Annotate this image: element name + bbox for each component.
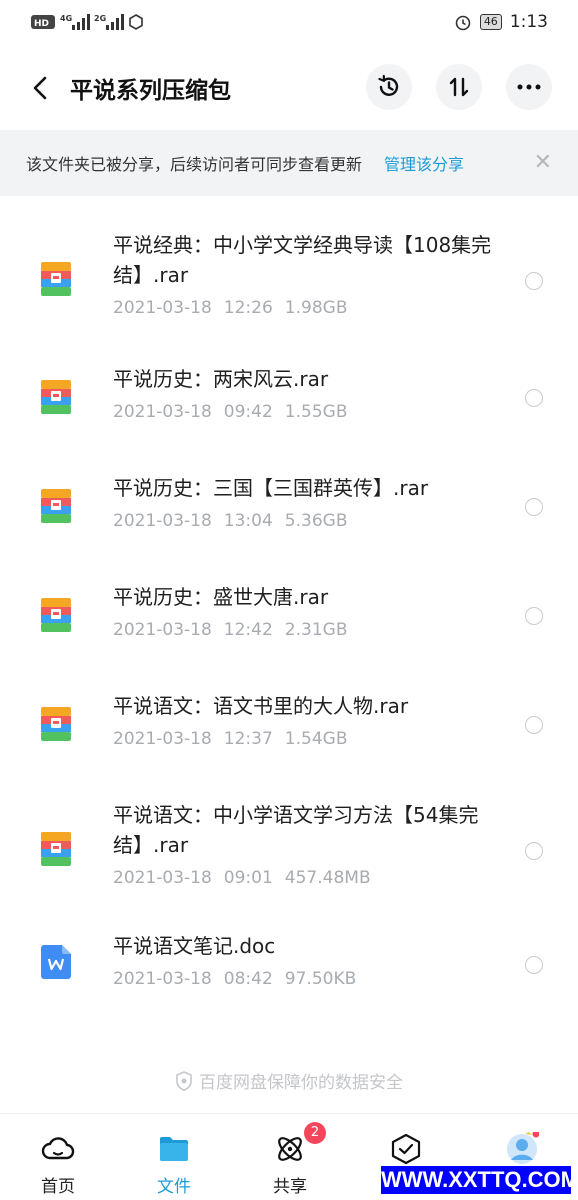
file-meta: 2021-03-18 09:01 457.48MB	[113, 868, 371, 888]
status-right: 46 1:13	[454, 12, 548, 32]
banner-text: 该文件夹已被分享，后续访问者可同步查看更新	[26, 155, 363, 174]
file-meta: 2021-03-18 12:42 2.31GB	[113, 620, 348, 640]
list-item[interactable]: 平说历史：两宋风云.rar 2021-03-18 09:42 1.55GB	[0, 364, 578, 434]
file-name: 平说语文：语文书里的大人物.rar	[113, 694, 409, 718]
folder-icon	[160, 1137, 188, 1161]
shield-icon	[176, 1071, 192, 1091]
safety-note: 百度网盘保障你的数据安全	[0, 1068, 578, 1093]
hd-icon: HD	[31, 15, 55, 29]
file-name: 平说历史：盛世大唐.rar	[113, 585, 329, 609]
avatar-icon	[507, 1132, 539, 1164]
file-name: 平说语文笔记.doc	[113, 934, 276, 958]
cloud-icon	[41, 1137, 75, 1160]
rar-file-icon	[41, 489, 71, 523]
file-meta: 2021-03-18 12:37 1.54GB	[113, 729, 348, 749]
signal-4g-icon: 4G	[60, 14, 90, 30]
tab-home[interactable]: 首页	[0, 1114, 116, 1200]
file-meta: 2021-03-18 09:42 1.55GB	[113, 402, 348, 422]
signal-2g-icon: 2G	[94, 14, 124, 30]
atom-icon	[278, 1137, 302, 1161]
list-item[interactable]: 平说历史：盛世大唐.rar 2021-03-18 12:42 2.31GB	[0, 582, 578, 652]
rar-file-icon	[41, 832, 71, 866]
file-name: 平说语文：中小学语文学习方法【54集完结】.rar	[113, 803, 479, 857]
more-button[interactable]	[506, 64, 552, 110]
list-item[interactable]: 平说历史：三国【三国群英传】.rar 2021-03-18 13:04 5.36GB	[0, 473, 578, 543]
hexagon-icon	[129, 14, 143, 30]
tab-label: 共享	[273, 1177, 307, 1197]
tab-share[interactable]: 2 共享	[232, 1114, 348, 1200]
file-meta: 2021-03-18 13:04 5.36GB	[113, 511, 348, 531]
notification-badge: 2	[304, 1122, 326, 1144]
svg-text:4G: 4G	[60, 14, 72, 23]
rar-file-icon	[41, 598, 71, 632]
list-item[interactable]: 平说语文：中小学语文学习方法【54集完结】.rar 2021-03-18 09:0…	[0, 800, 578, 900]
status-bar: HD 4G 2G 46 1:13	[0, 0, 578, 44]
list-item[interactable]: 平说语文：语文书里的大人物.rar 2021-03-18 12:37 1.54GB	[0, 691, 578, 761]
clock: 1:13	[509, 12, 548, 32]
battery-indicator: 46	[479, 14, 502, 30]
alarm-icon	[455, 15, 471, 31]
rar-file-icon	[41, 262, 71, 296]
sort-button[interactable]	[436, 64, 482, 110]
select-checkbox[interactable]	[525, 716, 543, 734]
cube-icon	[391, 1133, 421, 1165]
chevron-left-icon	[33, 76, 47, 100]
tab-label: 首页	[41, 1177, 75, 1197]
list-item[interactable]: 平说经典：中小学文学经典导读【108集完结】.rar 2021-03-18 12:…	[0, 230, 578, 330]
watermark: WWW.XXTTQ.COM	[381, 1166, 578, 1194]
manage-share-link[interactable]: 管理该分享	[384, 151, 464, 175]
more-icon	[517, 84, 541, 90]
back-button[interactable]	[10, 60, 70, 116]
header-actions	[366, 64, 552, 110]
file-meta: 2021-03-18 08:42 97.50KB	[113, 969, 357, 989]
doc-file-icon	[41, 945, 71, 979]
file-name: 平说经典：中小学文学经典导读【108集完结】.rar	[113, 233, 492, 287]
list-item[interactable]: 平说语文笔记.doc 2021-03-18 08:42 97.50KB	[0, 931, 578, 1001]
svg-text:HD: HD	[34, 19, 49, 29]
rar-file-icon	[41, 380, 71, 414]
file-meta: 2021-03-18 12:26 1.98GB	[113, 298, 348, 318]
tab-label: 文件	[157, 1177, 191, 1197]
file-name: 平说历史：三国【三国群英传】.rar	[113, 476, 429, 500]
page-title: 平说系列压缩包	[70, 78, 231, 104]
select-checkbox[interactable]	[525, 498, 543, 516]
svg-text:2G: 2G	[94, 14, 106, 23]
signal-indicators: HD 4G 2G	[30, 13, 144, 31]
close-icon[interactable]: ✕	[534, 150, 552, 175]
select-checkbox[interactable]	[525, 842, 543, 860]
select-checkbox[interactable]	[525, 956, 543, 974]
tab-files[interactable]: 文件	[116, 1114, 232, 1200]
file-name: 平说历史：两宋风云.rar	[113, 367, 329, 391]
rar-file-icon	[41, 707, 71, 741]
header: 平说系列压缩包	[0, 60, 578, 116]
history-button[interactable]	[366, 64, 412, 110]
select-checkbox[interactable]	[525, 272, 543, 290]
select-checkbox[interactable]	[525, 389, 543, 407]
sort-icon	[449, 77, 469, 97]
share-banner: 该文件夹已被分享，后续访问者可同步查看更新 管理该分享 ✕	[0, 130, 578, 196]
history-icon	[378, 74, 399, 96]
select-checkbox[interactable]	[525, 607, 543, 625]
safety-text: 百度网盘保障你的数据安全	[199, 1073, 403, 1093]
